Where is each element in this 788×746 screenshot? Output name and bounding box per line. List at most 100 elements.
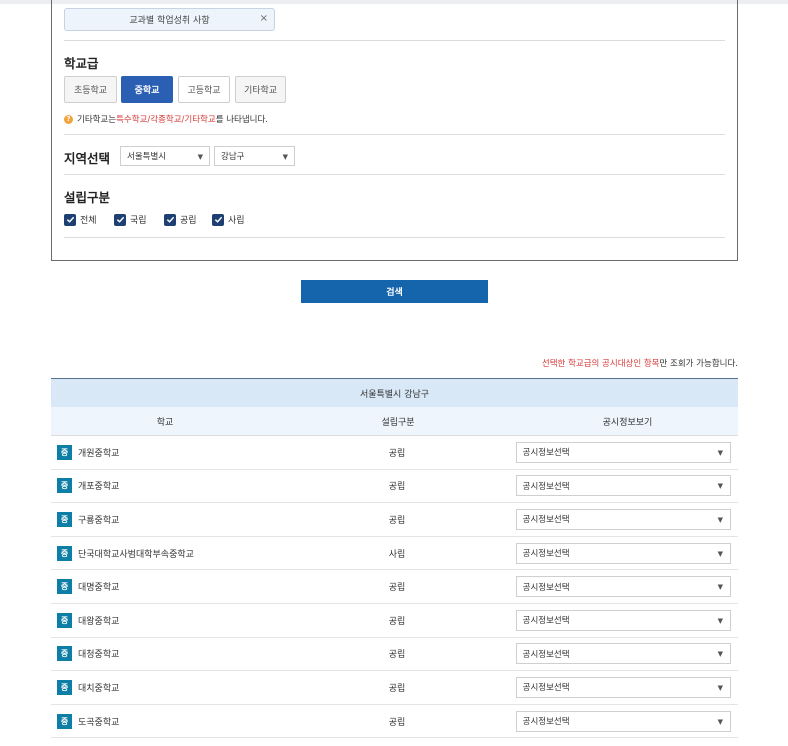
school-name-link[interactable]: 도곡중학교	[78, 715, 119, 728]
table-row: 중 대치중학교 공립 공시정보선택 ▼	[51, 671, 738, 705]
chevron-down-icon: ▼	[717, 717, 723, 726]
table-row: 중 개포중학교 공립 공시정보선택 ▼	[51, 470, 738, 504]
table-row: 중 대명중학교 공립 공시정보선택 ▼	[51, 570, 738, 604]
chevron-down-icon: ▼	[717, 515, 723, 524]
establishment-type: 사립	[388, 549, 406, 560]
divider	[64, 237, 725, 238]
tab-middle[interactable]: 중학교	[121, 76, 173, 103]
results-table: 서울특별시 강남구 학교 설립구분 공시정보보기 중 개원중학교 공립 공시정보선택 ▼…	[51, 378, 738, 739]
school-name-cell: 중 개포중학교	[51, 478, 278, 494]
school-level-badge: 중	[57, 511, 72, 527]
checkbox-all[interactable]: 전체	[64, 213, 97, 226]
city-select[interactable]: 서울특별시 ▼	[120, 146, 210, 166]
filter-chip: 교과별 학업성취 사항 ×	[64, 8, 275, 31]
chevron-down-icon: ▼	[282, 153, 288, 161]
disclosure-select[interactable]: 공시정보선택 ▼	[515, 576, 731, 598]
divider	[64, 40, 725, 41]
school-name-cell: 중 대명중학교	[51, 579, 278, 595]
table-row: 중 대왕중학교 공립 공시정보선택 ▼	[51, 604, 738, 638]
establishment-type: 공립	[388, 616, 406, 627]
establishment-type: 공립	[388, 717, 406, 728]
result-notice: 선택한 학교급의 공시대상인 항목만 조회가 가능합니다.	[541, 359, 738, 369]
chevron-down-icon: ▼	[197, 153, 203, 161]
establishment-title: 설립구분	[64, 190, 111, 205]
divider	[64, 134, 725, 135]
region-header: 서울특별시 강남구	[51, 378, 738, 407]
school-name-link[interactable]: 개포중학교	[78, 479, 119, 492]
school-name-link[interactable]: 대명중학교	[78, 580, 119, 593]
disclosure-select[interactable]: 공시정보선택 ▼	[515, 710, 731, 732]
checkmark-icon	[212, 213, 224, 226]
establishment-type: 공립	[388, 683, 406, 694]
checkmark-icon	[64, 213, 76, 226]
disclosure-select[interactable]: 공시정보선택 ▼	[515, 676, 731, 698]
tab-high[interactable]: 고등학교	[178, 76, 230, 103]
school-name-cell: 중 도곡중학교	[51, 713, 278, 729]
establishment-type: 공립	[388, 515, 406, 526]
school-name-link[interactable]: 대왕중학교	[78, 614, 119, 627]
school-level-badge: 중	[57, 713, 72, 729]
disclosure-select[interactable]: 공시정보선택 ▼	[515, 508, 731, 530]
tab-elementary[interactable]: 초등학교	[64, 76, 117, 103]
district-select[interactable]: 강남구 ▼	[214, 146, 295, 166]
chevron-down-icon: ▼	[717, 482, 723, 491]
column-establishment: 설립구분	[381, 417, 415, 428]
checkmark-icon	[114, 213, 126, 226]
table-row: 중 대청중학교 공립 공시정보선택 ▼	[51, 638, 738, 672]
chevron-down-icon: ▼	[717, 448, 723, 457]
school-name-link[interactable]: 대치중학교	[78, 681, 119, 694]
establishment-type: 공립	[388, 650, 406, 661]
chevron-down-icon: ▼	[717, 583, 723, 592]
table-row: 중 구룡중학교 공립 공시정보선택 ▼	[51, 503, 738, 537]
chip-close-icon[interactable]: ×	[260, 13, 268, 24]
school-name-link[interactable]: 단국대학교사범대학부속중학교	[78, 547, 194, 560]
checkbox-public[interactable]: 공립	[164, 213, 197, 226]
table-header: 학교 설립구분 공시정보보기	[51, 407, 738, 436]
school-name-cell: 중 대청중학교	[51, 646, 278, 662]
checkbox-national[interactable]: 국립	[114, 213, 147, 226]
school-name-cell: 중 단국대학교사범대학부속중학교	[51, 545, 278, 561]
school-level-badge: 중	[57, 545, 72, 561]
chevron-down-icon: ▼	[717, 549, 723, 558]
school-name-link[interactable]: 구룡중학교	[78, 513, 119, 526]
checkbox-private[interactable]: 사립	[212, 213, 245, 226]
school-name-link[interactable]: 대청중학교	[78, 647, 119, 660]
question-icon: ?	[64, 114, 73, 124]
disclosure-select[interactable]: 공시정보선택 ▼	[515, 609, 731, 631]
disclosure-select[interactable]: 공시정보선택 ▼	[515, 643, 731, 665]
chevron-down-icon: ▼	[717, 616, 723, 625]
tab-other[interactable]: 기타학교	[235, 76, 286, 103]
disclosure-select[interactable]: 공시정보선택 ▼	[515, 441, 731, 463]
disclosure-select[interactable]: 공시정보선택 ▼	[515, 475, 731, 497]
school-level-title: 학교급	[64, 56, 99, 71]
table-row: 중 개원중학교 공립 공시정보선택 ▼	[51, 436, 738, 470]
school-name-link[interactable]: 개원중학교	[78, 446, 119, 459]
filter-chip-label: 교과별 학업성취 사항	[129, 16, 210, 26]
region-title: 지역선택	[64, 151, 111, 166]
chevron-down-icon: ▼	[717, 683, 723, 692]
table-row: 중 단국대학교사범대학부속중학교 사립 공시정보선택 ▼	[51, 537, 738, 571]
chevron-down-icon: ▼	[717, 650, 723, 659]
divider	[64, 174, 725, 175]
school-name-cell: 중 대왕중학교	[51, 612, 278, 628]
school-level-note: ? 기타학교는 특수학교/각종학교/기타학교 를 나타냅니다.	[64, 113, 268, 125]
school-name-cell: 중 구룡중학교	[51, 511, 278, 527]
school-level-badge: 중	[57, 679, 72, 695]
school-level-badge: 중	[57, 478, 72, 494]
school-name-cell: 중 개원중학교	[51, 444, 278, 460]
establishment-type: 공립	[388, 482, 406, 493]
search-button[interactable]: 검색	[301, 280, 488, 303]
establishment-type: 공립	[388, 583, 406, 594]
table-row: 중 도곡중학교 공립 공시정보선택 ▼	[51, 705, 738, 739]
establishment-type: 공립	[388, 448, 406, 459]
school-level-badge: 중	[57, 579, 72, 595]
column-disclosure: 공시정보보기	[602, 417, 653, 428]
table-body: 중 개원중학교 공립 공시정보선택 ▼ 중 개포중학교 공립 공시정보선택 ▼ 중 구룡중학교 공립 공시…	[51, 436, 738, 739]
disclosure-select[interactable]: 공시정보선택 ▼	[515, 542, 731, 564]
column-school: 학교	[156, 417, 174, 428]
search-filter-panel: 교과별 학업성취 사항 × 학교급 초등학교 중학교 고등학교 기타학교 ? 기…	[51, 0, 738, 261]
school-level-badge: 중	[57, 444, 72, 460]
school-level-badge: 중	[57, 612, 72, 628]
checkmark-icon	[164, 213, 176, 226]
school-name-cell: 중 대치중학교	[51, 679, 278, 695]
